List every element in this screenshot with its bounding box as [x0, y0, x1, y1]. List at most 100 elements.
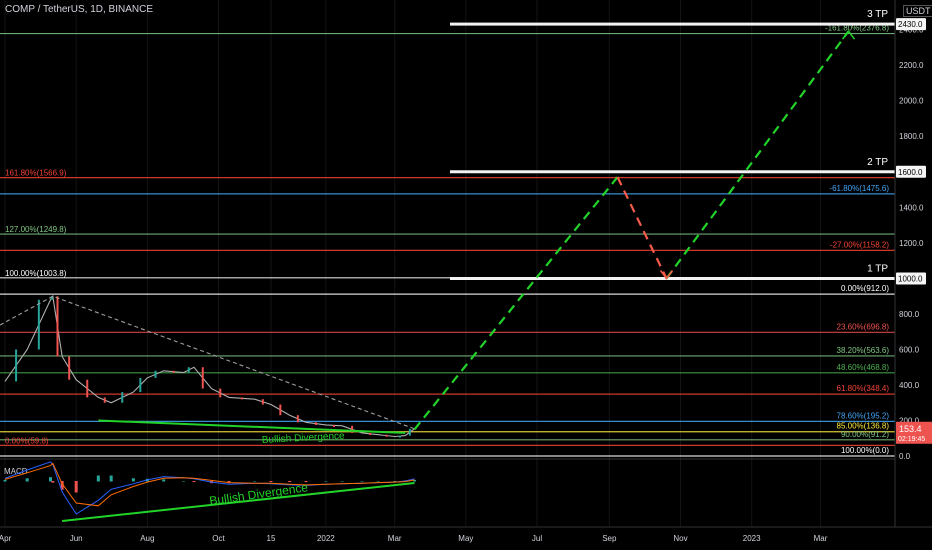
price-marker-label: 2430.0 [898, 20, 923, 29]
time-tick: Apr [0, 534, 12, 543]
divergence-line [98, 419, 406, 434]
fib-label: 38.20%(563.6) [837, 346, 890, 355]
chart-grid [4, 0, 822, 527]
down-candle [314, 422, 317, 425]
macd-histogram-bar [131, 478, 135, 482]
macd-histogram-bar [162, 479, 166, 482]
down-candle [219, 388, 222, 398]
macd-histogram-bar [393, 481, 397, 482]
fib-label: 61.80%(348.4) [837, 384, 890, 393]
symbol-title[interactable]: COMP / TetherUS, 1D, BINANCE [5, 4, 153, 15]
trend-drawings: Bullish Divergence [0, 295, 415, 446]
projection-up-leg [413, 176, 619, 431]
down-candle [261, 399, 264, 405]
down-candle [296, 415, 299, 423]
time-tick: Jun [70, 534, 83, 543]
fib-label: 23.60%(696.8) [837, 322, 890, 331]
down-candle [385, 434, 388, 437]
target-line [450, 170, 895, 174]
target-label: 3 TP [867, 9, 888, 20]
fib-label: -27.00%(1158.2) [830, 240, 889, 249]
price-chart[interactable]: 0.00%(912.0) 23.60%(696.8) 38.20%(563.6) 48… [0, 0, 932, 550]
projection-path [413, 29, 856, 431]
projection-final-leg [665, 30, 850, 280]
price-tick: 2200.0 [899, 61, 924, 70]
macd-histogram-bar [96, 475, 100, 482]
target-line [450, 277, 895, 280]
fib-label: 48.60%(468.8) [837, 363, 890, 372]
time-tick: Sep [602, 534, 617, 543]
macd-histogram-bar [269, 481, 273, 483]
time-axis[interactable]: Apr Jun Aug Oct 15 2022 Mar May Jul Sep Nov 2023 Mar [0, 526, 932, 543]
price-tick: 1800.0 [899, 132, 924, 141]
time-tick: 2022 [317, 534, 335, 543]
target-label: 1 TP [867, 264, 888, 275]
time-tick: Jul [532, 534, 542, 543]
fib-label: 78.60%(195.2) [837, 411, 890, 420]
macd-histogram-bar [340, 481, 344, 482]
macd-histogram-bar [49, 477, 53, 482]
price-line [4, 294, 415, 438]
macd-histogram-bar [182, 481, 186, 482]
current-price-label: 153.4 [899, 424, 922, 434]
down-candle [369, 432, 372, 435]
down-candle [172, 370, 175, 373]
price-tick: 600.0 [899, 346, 920, 355]
target-line [450, 22, 895, 26]
price-tick: 2000.0 [899, 97, 924, 106]
fib-label: 100.00%(0.0) [841, 446, 889, 455]
price-axis[interactable]: 0.0200.0400.0600.0800.01000.01200.01400.… [894, 0, 932, 550]
fib-label: 100.00%(1003.8) [5, 269, 67, 278]
macd-histogram-bar [324, 481, 328, 482]
up-candle [37, 299, 40, 350]
time-tick: Mar [814, 534, 828, 543]
macd-divergence-label: Bullish Divergence [208, 480, 309, 508]
price-marker-label: 1000.0 [898, 275, 923, 284]
fib-label: -61.80%(1475.6) [829, 184, 889, 193]
price-series [4, 294, 415, 438]
price-marker-label: 1600.0 [898, 168, 923, 177]
price-tick: 0.0 [899, 452, 911, 461]
up-candle [15, 349, 18, 382]
down-candle [240, 397, 243, 400]
up-candle [408, 428, 411, 436]
macd-histogram-bar [51, 481, 55, 483]
up-candle [398, 435, 401, 438]
down-candle [68, 356, 71, 380]
price-tick: 1400.0 [899, 203, 924, 212]
fib-label: 90.00%(91.2) [841, 430, 889, 439]
target-label: 2 TP [867, 157, 888, 168]
down-candle [351, 425, 354, 433]
divergence-label: Bullish Divergence [262, 431, 346, 446]
macd-histogram-bar [192, 481, 196, 483]
time-tick: Aug [140, 534, 154, 543]
fib-label: 127.00%(1249.8) [5, 225, 67, 234]
triangle-resistance [0, 295, 415, 430]
macd-histogram-bar [3, 479, 7, 482]
time-tick: 15 [267, 534, 276, 543]
currency-label: USDT [903, 5, 932, 17]
target-lines: 1 TP 2 TP 3 TP [450, 9, 895, 280]
macd-histogram-bar [109, 475, 113, 482]
time-tick: Mar [388, 534, 402, 543]
macd-histogram-bar [25, 478, 29, 482]
fib-label: 0.00%(59.8) [5, 436, 49, 445]
down-candle [103, 397, 106, 403]
time-tick: May [458, 534, 473, 543]
down-candle [86, 379, 89, 398]
price-tick: 1200.0 [899, 239, 924, 248]
down-candle [201, 367, 204, 389]
down-candle [333, 424, 336, 427]
down-candle [56, 296, 59, 357]
macd-histogram-bar [376, 481, 380, 482]
time-tick: Nov [673, 534, 687, 543]
fib-label: 0.00%(912.0) [841, 284, 889, 293]
macd-histogram-bar [74, 481, 78, 493]
up-candle [154, 370, 157, 378]
time-tick: 2023 [743, 534, 761, 543]
up-candle [121, 392, 124, 403]
projection-drop-leg [616, 176, 668, 279]
down-candle [279, 404, 282, 416]
price-tick: 400.0 [899, 381, 920, 390]
fib-label: 161.80%(1566.9) [5, 169, 67, 178]
